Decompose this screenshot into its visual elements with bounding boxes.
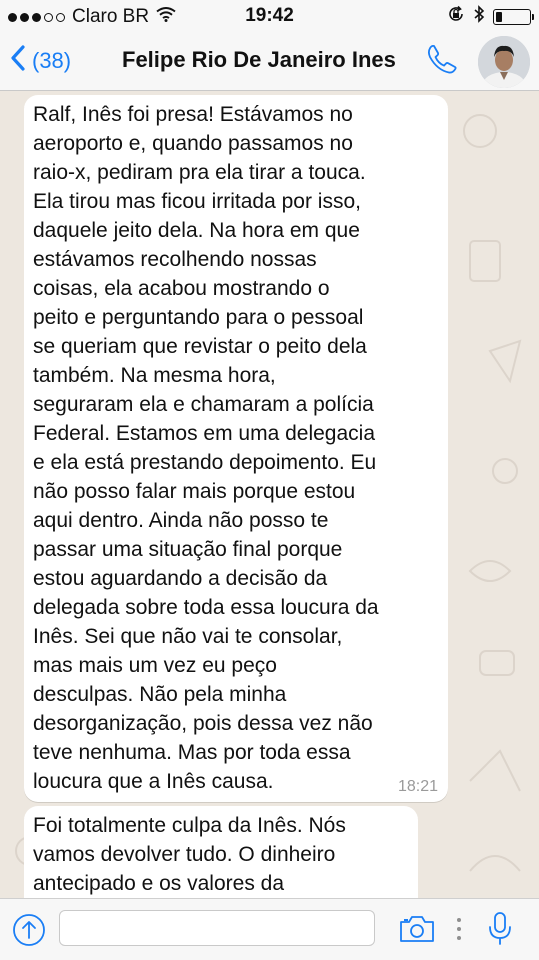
input-bar (0, 898, 539, 960)
microphone-icon (487, 912, 513, 951)
message-text: Foi totalmente culpa da Inês. Nós vamos … (33, 811, 346, 898)
camera-button[interactable] (398, 914, 436, 949)
battery-icon (493, 9, 534, 25)
message-line: desorganização, pois dessa vez não (33, 712, 373, 735)
phone-icon (425, 45, 459, 80)
message-line: e ela está prestando depoimento. Eu (33, 451, 377, 474)
avatar[interactable] (478, 36, 530, 88)
message-bubble[interactable]: Ralf, Inês foi presa! Estávamos no aerop… (24, 95, 448, 802)
message-line: Ela tirou mas ficou irritada por isso, (33, 190, 361, 213)
message-line: estávamos recolhendo nossas (33, 248, 317, 271)
message-line: Foi totalmente culpa da Inês. Nós (33, 814, 346, 837)
message-line: passar uma situação final porque (33, 538, 343, 561)
message-line: Federal. Estamos em uma delegacia (33, 422, 375, 445)
message-input[interactable] (59, 910, 375, 946)
message-line: teve nenhuma. Mas por toda essa (33, 741, 351, 764)
lock-rotation-icon (447, 5, 465, 29)
message-line: se queriam que revistar o peito dela (33, 335, 367, 358)
more-icon (455, 916, 463, 947)
message-line: desculpas. Não pela minha (33, 683, 287, 706)
message-line: daquele jeito dela. Na hora em que (33, 219, 360, 242)
unread-count: (38) (32, 48, 72, 73)
status-bar: Claro BR 19:42 (0, 0, 539, 32)
upload-icon (12, 914, 46, 951)
message-line: delegada sobre toda essa loucura da (33, 596, 379, 619)
message-timestamp: 18:21 (397, 778, 438, 795)
call-button[interactable] (425, 42, 459, 81)
message-line: vamos devolver tudo. O dinheiro (33, 843, 336, 866)
message-line: aeroporto e, quando passamos no (33, 132, 353, 155)
message-line: Inês. Sei que não vai te consolar, (33, 625, 343, 648)
message-line: antecipado e os valores da (33, 872, 285, 895)
message-line: aqui dentro. Ainda não posso te (33, 509, 329, 532)
back-chevron-icon (10, 44, 26, 78)
bluetooth-icon (473, 5, 485, 29)
message-text: Ralf, Inês foi presa! Estávamos no aerop… (33, 100, 379, 796)
back-button[interactable]: (38) (10, 44, 71, 78)
message-line: peito e perguntando para o pessoal (33, 306, 364, 329)
upload-button[interactable] (12, 913, 46, 952)
message-line: Ralf, Inês foi presa! Estávamos no (33, 103, 353, 126)
message-bubble[interactable]: Foi totalmente culpa da Inês. Nós vamos … (24, 806, 418, 898)
message-list[interactable]: Ralf, Inês foi presa! Estávamos no aerop… (0, 91, 539, 898)
message-line: raio-x, pediram pra ela tirar a touca. (33, 161, 366, 184)
message-line: estou aguardando a decisão da (33, 567, 328, 590)
battery-level (496, 12, 502, 22)
message-line: não posso falar mais porque estou (33, 480, 356, 503)
message-line: coisas, ela acabou mostrando o (33, 277, 330, 300)
message-line: loucura que a Inês causa. (33, 770, 274, 793)
status-right (447, 5, 534, 29)
message-line: também. Na mesma hora, (33, 364, 276, 387)
message-line: seguraram ela e chamaram a polícia (33, 393, 374, 416)
voice-message-button[interactable] (487, 911, 513, 952)
message-line: mas mais um vez eu peço (33, 654, 277, 677)
chat-header: (38) Felipe Rio De Janeiro Ines (0, 32, 539, 91)
contact-name[interactable]: Felipe Rio De Janeiro Ines (122, 47, 396, 73)
camera-icon (398, 916, 436, 948)
